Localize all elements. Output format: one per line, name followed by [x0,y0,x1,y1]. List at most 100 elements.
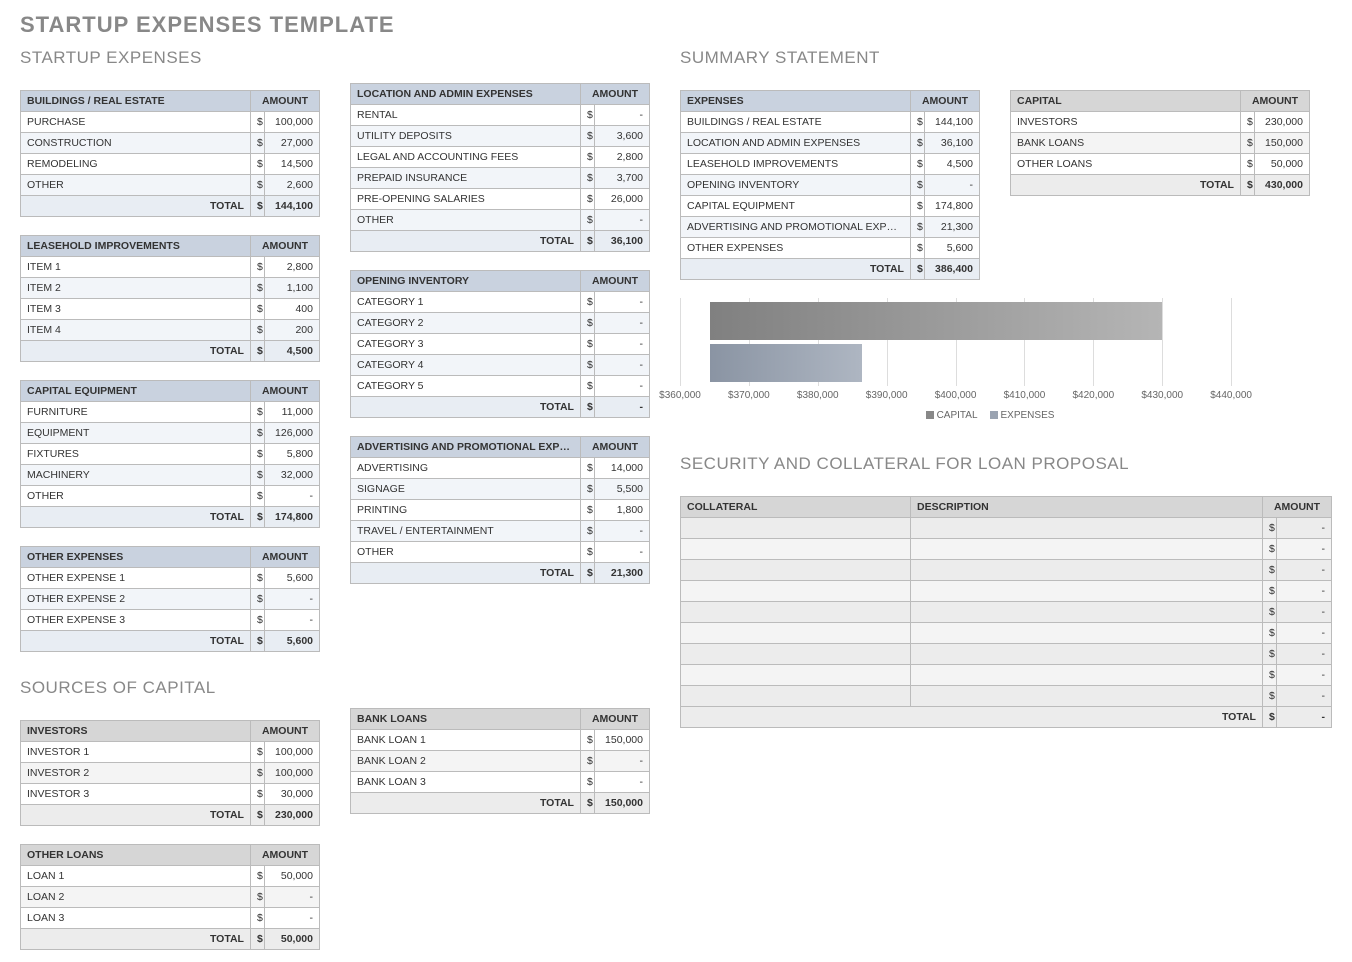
row-amount: 26,000 [594,189,649,210]
description-cell [911,602,1263,623]
total-label: TOTAL [351,397,581,418]
column-3: SUMMARY STATEMENT EXPENSESAMOUNTBUILDING… [680,40,1332,950]
total-amount: 144,100 [264,196,319,217]
row-label: PREPAID INSURANCE [351,168,581,189]
section-sources-of-capital: SOURCES OF CAPITAL [20,678,320,698]
currency-symbol: $ [580,751,594,772]
chart-tick: $360,000 [659,390,701,401]
currency-symbol: $ [580,500,594,521]
total-label: TOTAL [351,793,581,814]
description-cell [911,539,1263,560]
currency-symbol: $ [580,521,594,542]
currency-symbol: $ [580,189,594,210]
amount-header: AMOUNT [580,271,649,292]
amount-header: AMOUNT [1262,497,1331,518]
currency-symbol: $ [250,320,264,341]
row-label: OTHER EXPENSE 2 [21,589,251,610]
currency-symbol: $ [1262,644,1276,665]
currency-symbol: $ [250,589,264,610]
row-amount: - [264,589,319,610]
currency-symbol: $ [250,805,264,826]
table-summary_exp: EXPENSESAMOUNTBUILDINGS / REAL ESTATE$14… [680,90,980,280]
row-label: LEGAL AND ACCOUNTING FEES [351,147,581,168]
table-title: CAPITAL [1011,91,1241,112]
row-label: MACHINERY [21,465,251,486]
row-label: OTHER LOANS [1011,154,1241,175]
amount-header: AMOUNT [250,236,319,257]
row-label: LOAN 2 [21,887,251,908]
currency-symbol: $ [250,423,264,444]
row-amount: - [594,334,649,355]
row-amount: - [594,313,649,334]
total-amount: 50,000 [264,929,319,950]
table-title: BUILDINGS / REAL ESTATE [21,91,251,112]
currency-symbol: $ [580,334,594,355]
row-label: BANK LOANS [1011,133,1241,154]
chart-tick: $430,000 [1141,390,1183,401]
total-amount: 430,000 [1254,175,1309,196]
total-amount: 5,600 [264,631,319,652]
table-title: LOCATION AND ADMIN EXPENSES [351,84,581,105]
table-title: INVESTORS [21,721,251,742]
currency-symbol: $ [580,376,594,397]
currency-symbol: $ [250,299,264,320]
collateral-amount: - [1276,686,1331,707]
chart-tick: $420,000 [1072,390,1114,401]
currency-symbol: $ [1262,665,1276,686]
currency-symbol: $ [250,175,264,196]
total-label: TOTAL [21,631,251,652]
amount-header: AMOUNT [580,84,649,105]
collateral-amount: - [1276,518,1331,539]
table-investors: INVESTORSAMOUNTINVESTOR 1$100,000INVESTO… [20,720,320,826]
row-label: CATEGORY 2 [351,313,581,334]
amount-header: AMOUNT [580,437,649,458]
currency-symbol: $ [580,793,594,814]
chart-legend: CAPITALEXPENSES [680,410,1300,421]
row-label: OTHER EXPENSES [681,238,911,259]
row-amount: 2,600 [264,175,319,196]
row-label: CATEGORY 1 [351,292,581,313]
total-amount: 150,000 [594,793,649,814]
row-amount: 14,000 [594,458,649,479]
row-label: ITEM 4 [21,320,251,341]
table-title: OPENING INVENTORY [351,271,581,292]
row-label: ADVERTISING AND PROMOTIONAL EXPENSES [681,217,911,238]
chart-tick: $410,000 [1004,390,1046,401]
row-label: BANK LOAN 1 [351,730,581,751]
currency-symbol: $ [250,133,264,154]
row-label: INVESTOR 2 [21,763,251,784]
row-amount: 2,800 [264,257,319,278]
currency-symbol: $ [1262,518,1276,539]
total-label: TOTAL [1011,175,1241,196]
currency-symbol: $ [580,231,594,252]
row-label: CATEGORY 4 [351,355,581,376]
total-label: TOTAL [21,507,251,528]
table-title: ADVERTISING AND PROMOTIONAL EXPENSES [351,437,581,458]
table-inventory: OPENING INVENTORYAMOUNTCATEGORY 1$-CATEG… [350,270,650,418]
row-label: SIGNAGE [351,479,581,500]
row-amount: 2,800 [594,147,649,168]
table-title: CAPITAL EQUIPMENT [21,381,251,402]
currency-symbol: $ [580,397,594,418]
amount-header: AMOUNT [250,381,319,402]
row-label: CATEGORY 5 [351,376,581,397]
amount-header: AMOUNT [250,721,319,742]
currency-symbol: $ [250,465,264,486]
currency-symbol: $ [250,507,264,528]
total-label: TOTAL [681,707,1263,728]
row-label: PRINTING [351,500,581,521]
total-label: TOTAL [21,341,251,362]
row-label: ITEM 1 [21,257,251,278]
row-label: PRE-OPENING SALARIES [351,189,581,210]
row-label: OTHER [351,542,581,563]
total-label: TOTAL [21,196,251,217]
currency-symbol: $ [910,238,924,259]
row-label: ITEM 2 [21,278,251,299]
section-startup-expenses: STARTUP EXPENSES [20,48,320,68]
row-amount: 1,100 [264,278,319,299]
table-title: OTHER EXPENSES [21,547,251,568]
row-amount: - [594,542,649,563]
total-amount: 36,100 [594,231,649,252]
row-amount: 30,000 [264,784,319,805]
row-amount: 230,000 [1254,112,1309,133]
